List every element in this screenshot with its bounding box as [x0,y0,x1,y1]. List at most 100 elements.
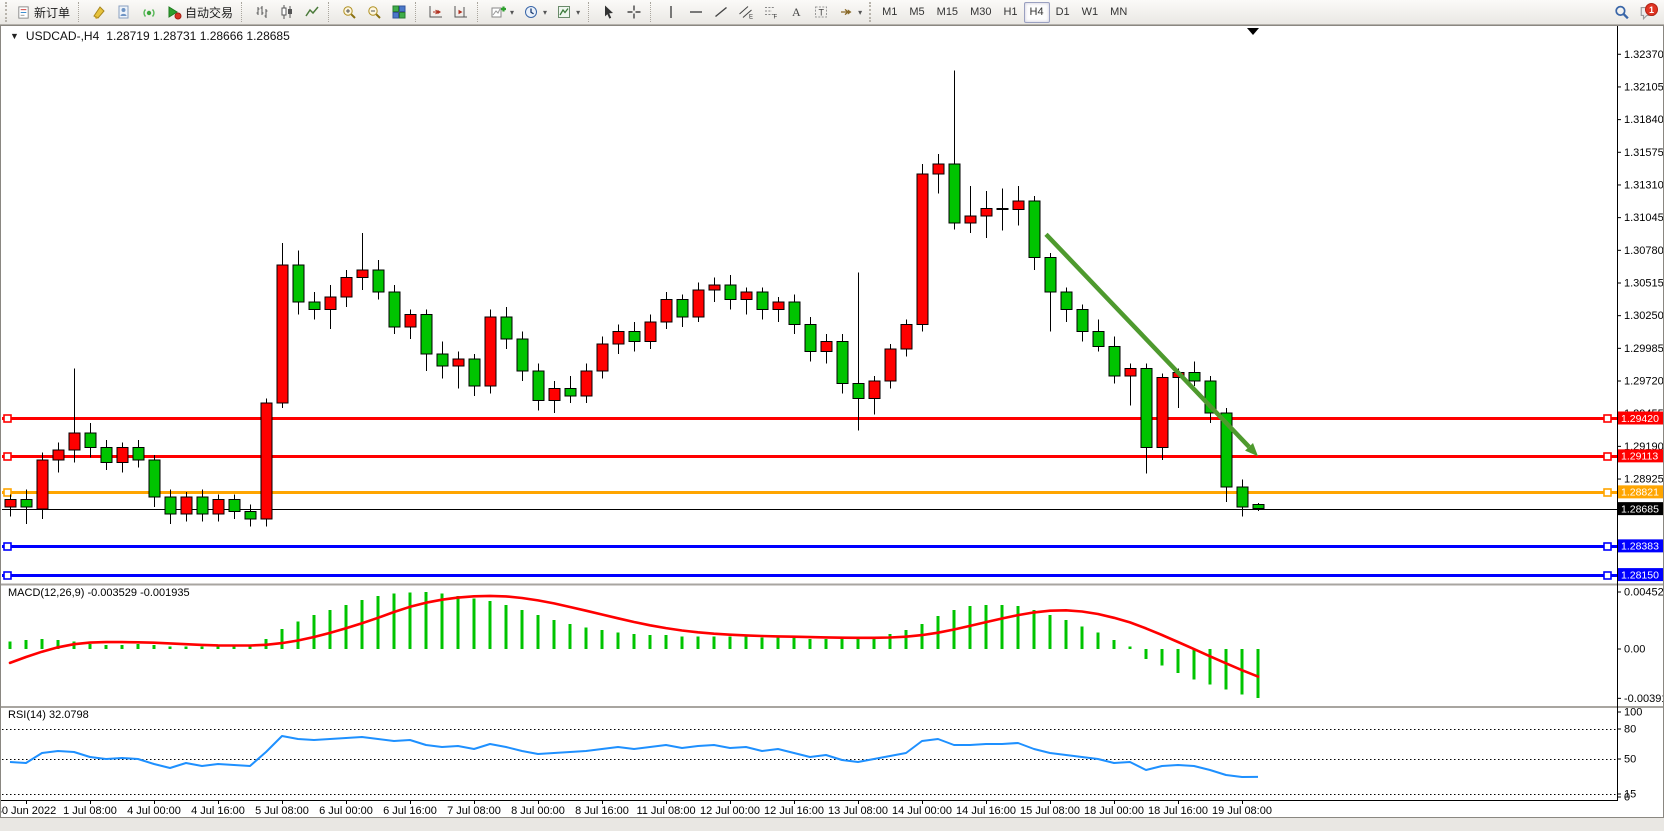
candle-body [917,174,928,324]
candle-body [389,292,400,327]
time-axis-labels: 30 Jun 20221 Jul 08:004 Jul 00:004 Jul 1… [1,800,1272,817]
candle-body [565,388,576,395]
auto-trading-button[interactable]: 自动交易 [162,2,237,23]
svg-text:11 Jul 08:00: 11 Jul 08:00 [636,805,695,817]
candle-body [293,265,304,302]
svg-text:A: A [792,5,801,19]
auto-scroll-button[interactable] [424,2,448,23]
collapse-triangle-icon[interactable]: ▼ [10,31,19,41]
svg-text:1.30250: 1.30250 [1624,310,1663,322]
chart-ohlc-values: 1.28719 1.28731 1.28666 1.28685 [106,29,290,43]
trendline-icon [713,4,729,20]
line-handle[interactable] [4,572,11,579]
line-handle[interactable] [1604,543,1611,550]
bar-chart-icon [254,4,270,20]
price-chart-canvas[interactable]: 1.323701.321051.318401.315751.313101.310… [1,26,1663,817]
timeframe-button-mn[interactable]: MN [1104,2,1133,23]
line-handle[interactable] [1604,489,1611,496]
candle-body [581,371,592,396]
dropdown-arrow-icon: ▾ [543,8,547,17]
equidistant-channel-icon: E [738,4,754,20]
candle-body [501,317,512,339]
dropdown-arrow-icon: ▾ [858,8,862,17]
candle-body [597,344,608,371]
svg-text:14 Jul 16:00: 14 Jul 16:00 [956,805,1016,817]
text-icon: A [788,4,804,20]
svg-text:100: 100 [1624,707,1642,719]
text-label-tool-button[interactable]: T [809,2,833,23]
timeframe-button-m1[interactable]: M1 [876,2,903,23]
search-button[interactable] [1609,2,1634,23]
zoom-in-button[interactable] [337,2,361,23]
svg-text:1.28685: 1.28685 [1621,503,1659,515]
candle-body [341,277,352,297]
candle-body [805,324,816,351]
trendline-tool-button[interactable] [709,2,733,23]
chart-shift-icon [453,4,469,20]
chart-title-bar[interactable]: ▼ USDCAD-,H4 1.28719 1.28731 1.28666 1.2… [10,29,290,43]
timeframe-button-h4[interactable]: H4 [1024,2,1050,23]
rsi-indicator-label: RSI(14) 32.0798 [8,709,89,721]
timeframe-button-m5[interactable]: M5 [903,2,930,23]
notifications-button[interactable]: 1 [1635,1,1661,23]
candle-body [661,300,672,322]
zoom-out-button[interactable] [362,2,386,23]
signals-button[interactable] [137,2,161,23]
timeframe-button-m15[interactable]: M15 [931,2,964,23]
line-handle[interactable] [1604,453,1611,460]
candle-body [245,512,256,519]
line-handle[interactable] [1604,572,1611,579]
svg-text:8 Jul 16:00: 8 Jul 16:00 [575,805,629,817]
line-chart-icon [304,4,320,20]
fibonacci-tool-button[interactable]: F [759,2,783,23]
svg-text:1.29420: 1.29420 [1621,413,1659,425]
line-handle[interactable] [4,453,11,460]
chart-shift-button[interactable] [449,2,473,23]
svg-text:T: T [819,8,825,18]
signals-icon [141,4,157,20]
candle-body [1125,369,1136,376]
timeframe-button-h1[interactable]: H1 [997,2,1023,23]
tile-windows-button[interactable] [387,2,411,23]
candle-body [1109,346,1120,376]
line-handle[interactable] [4,415,11,422]
svg-text:1.29985: 1.29985 [1624,343,1663,355]
candlestick-chart-button[interactable] [275,2,299,23]
arrows-tool-button[interactable]: ▾ [834,2,866,23]
text-tool-button[interactable]: A [784,2,808,23]
line-chart-button[interactable] [300,2,324,23]
line-handle[interactable] [4,543,11,550]
toolbar-grip[interactable] [869,2,873,22]
timeframe-button-d1[interactable]: D1 [1050,2,1076,23]
indicators-icon [490,4,506,20]
indicators-button[interactable]: ▾ [486,2,518,23]
channel-tool-button[interactable]: E [734,2,758,23]
horizontal-line-tool-button[interactable] [684,2,708,23]
macd-indicator-label: MACD(12,26,9) -0.003529 -0.001935 [8,587,190,599]
crosshair-tool-button[interactable] [622,2,646,23]
toolbar-grip[interactable] [5,2,9,22]
horizontal-lines[interactable] [2,415,1617,579]
candle-body [869,381,880,398]
line-handle[interactable] [1604,415,1611,422]
new-order-button[interactable]: 新订单 [12,2,74,23]
profile-button[interactable] [112,2,136,23]
candle-body [997,208,1008,209]
templates-icon [556,4,572,20]
candle-body [197,497,208,514]
line-handle[interactable] [4,489,11,496]
candle-body [789,302,800,324]
svg-text:1.32105: 1.32105 [1624,81,1663,93]
bar-chart-button[interactable] [250,2,274,23]
timeframe-button-w1[interactable]: W1 [1076,2,1105,23]
candle-body [885,349,896,381]
candle-body [613,332,624,344]
styler-button[interactable] [87,2,111,23]
vertical-line-tool-button[interactable] [659,2,683,23]
auto-trading-icon [166,4,182,20]
templates-button[interactable]: ▾ [552,2,584,23]
new-order-icon [16,5,31,20]
periods-button[interactable]: ▾ [519,2,551,23]
timeframe-button-m30[interactable]: M30 [964,2,997,23]
cursor-tool-button[interactable] [597,2,621,23]
